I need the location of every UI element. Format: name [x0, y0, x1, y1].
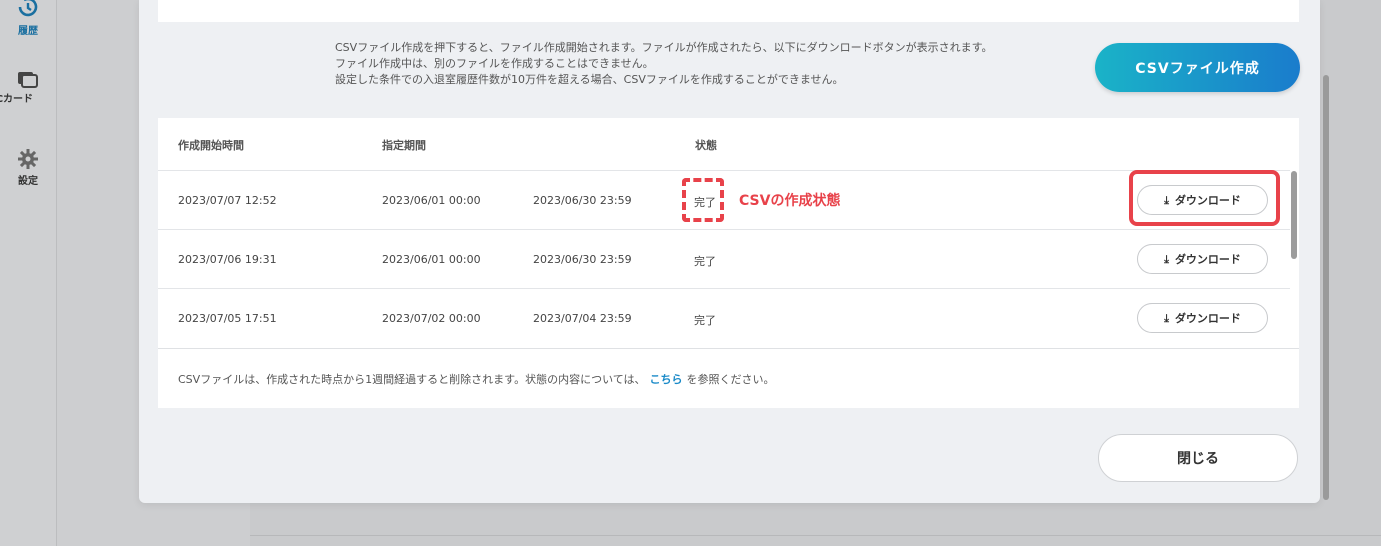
- download-button[interactable]: ⤓ ダウンロード: [1137, 244, 1268, 274]
- nav-item-history[interactable]: 履歴: [0, 0, 56, 37]
- nav-item-history-label: 履歴: [18, 26, 38, 37]
- notice-line: ファイル作成中は、別のファイルを作成することはできません。: [335, 57, 654, 70]
- status-highlight-box: [682, 178, 724, 222]
- cell-period-from: 2023/07/02 00:00: [382, 312, 481, 325]
- column-header-status: 状態: [695, 139, 717, 152]
- background-divider: [250, 535, 1381, 536]
- download-icon: ⤓: [1164, 312, 1169, 325]
- cell-created: 2023/07/05 17:51: [178, 312, 277, 325]
- nav-item-card[interactable]: ICカード: [0, 70, 56, 105]
- card-icon: [18, 72, 38, 88]
- retention-note-text: CSVファイルは、作成された時点から1週間経過すると削除されます。状態の内容につ…: [178, 373, 646, 386]
- cell-status: 完了: [694, 255, 716, 268]
- cell-period-to: 2023/07/04 23:59: [533, 312, 632, 325]
- column-header-created: 作成開始時間: [178, 139, 244, 152]
- nav-item-card-label: ICカード: [0, 94, 34, 105]
- nav-item-settings[interactable]: 設定: [0, 148, 56, 187]
- table-scrollbar[interactable]: [1291, 171, 1297, 259]
- column-header-period: 指定期間: [382, 139, 426, 152]
- create-csv-button[interactable]: CSVファイル作成: [1095, 43, 1300, 92]
- side-navigation: 履歴 ICカード 設定: [0, 0, 57, 546]
- csv-history-table: 作成開始時間 指定期間 状態 2023/07/07 12:52 2023/06/…: [158, 118, 1299, 408]
- notice-line: CSVファイル作成を押下すると、ファイル作成開始されます。ファイルが作成されたら…: [335, 41, 993, 54]
- cell-period-to: 2023/06/30 23:59: [533, 194, 632, 207]
- table-row: 2023/07/05 17:51 2023/07/02 00:00 2023/0…: [158, 288, 1290, 347]
- download-icon: ⤓: [1164, 253, 1169, 266]
- cell-period-from: 2023/06/01 00:00: [382, 253, 481, 266]
- nav-item-settings-label: 設定: [18, 176, 38, 187]
- dialog-scrollbar[interactable]: [1323, 75, 1329, 500]
- notice-line: 設定した条件での入退室履歴件数が10万件を超える場合、CSVファイルを作成するこ…: [335, 73, 844, 86]
- csv-export-dialog: CSVファイル作成を押下すると、ファイル作成開始されます。ファイルが作成されたら…: [139, 0, 1320, 503]
- download-button-label: ダウンロード: [1174, 253, 1241, 266]
- close-button[interactable]: 閉じる: [1098, 434, 1298, 482]
- table-footer: CSVファイルは、作成された時点から1週間経過すると削除されます。状態の内容につ…: [158, 348, 1299, 409]
- cell-period-from: 2023/06/01 00:00: [382, 194, 481, 207]
- cell-period-to: 2023/06/30 23:59: [533, 253, 632, 266]
- download-highlight-box: [1129, 170, 1280, 226]
- annotation-label: CSVの作成状態: [739, 193, 841, 209]
- csv-notice: CSVファイル作成を押下すると、ファイル作成開始されます。ファイルが作成されたら…: [335, 40, 993, 88]
- gear-icon: [18, 149, 38, 169]
- table-body[interactable]: 作成開始時間 指定期間 状態 2023/07/07 12:52 2023/06/…: [158, 118, 1290, 348]
- download-button-label: ダウンロード: [1174, 312, 1241, 325]
- cell-status: 完了: [694, 314, 716, 327]
- status-help-link[interactable]: こちら: [650, 373, 683, 386]
- history-icon: [18, 0, 38, 17]
- dialog-top-card: [158, 0, 1299, 22]
- table-row: 2023/07/06 19:31 2023/06/01 00:00 2023/0…: [158, 229, 1290, 288]
- retention-note: CSVファイルは、作成された時点から1週間経過すると削除されます。状態の内容につ…: [178, 371, 775, 387]
- cell-created: 2023/07/07 12:52: [178, 194, 277, 207]
- table-row: 2023/07/07 12:52 2023/06/01 00:00 2023/0…: [158, 170, 1290, 229]
- download-button[interactable]: ⤓ ダウンロード: [1137, 303, 1268, 333]
- cell-created: 2023/07/06 19:31: [178, 253, 277, 266]
- retention-note-suffix: を参照ください。: [686, 373, 775, 386]
